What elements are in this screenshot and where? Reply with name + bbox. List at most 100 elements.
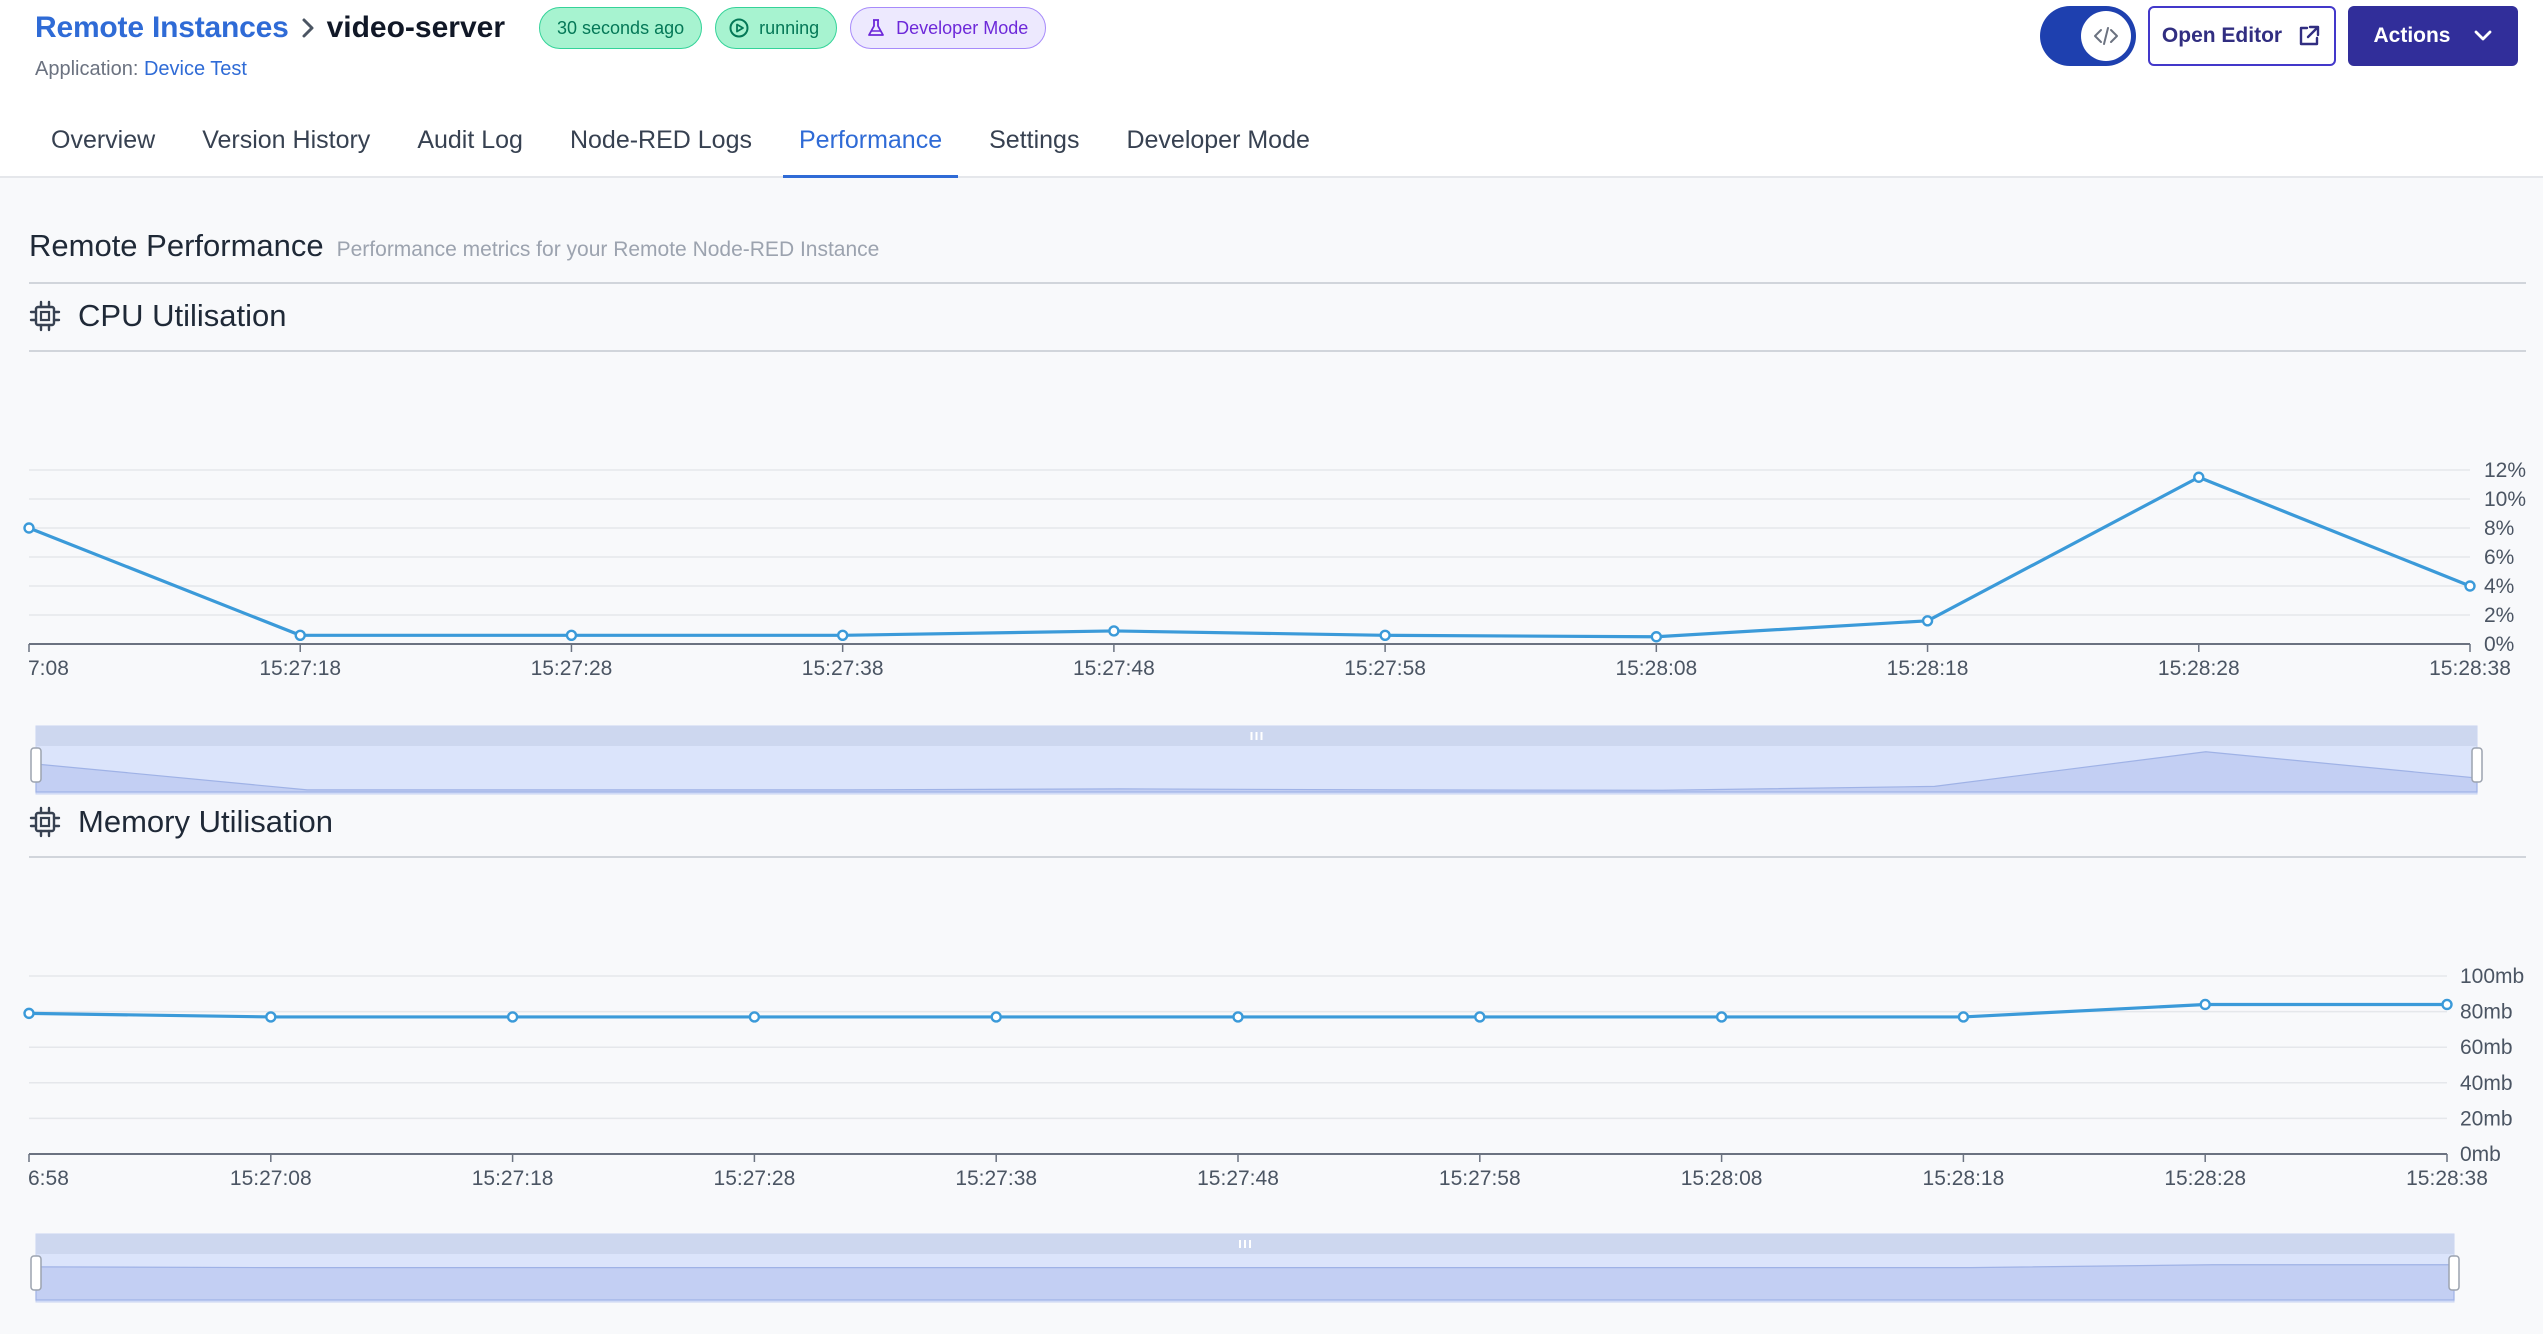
tab-performance[interactable]: Performance [782, 112, 959, 180]
y-tick-label: 0mb [2460, 1143, 2501, 1166]
open-editor-label: Open Editor [2161, 24, 2283, 47]
data-point [1921, 615, 1934, 627]
zoom-preview-area [35, 1264, 2455, 1301]
application-link[interactable]: Device Test [144, 58, 247, 80]
x-tick-label: 15:27:28 [714, 1167, 796, 1190]
data-point [2193, 471, 2205, 483]
charts-canvas: 0% 2% 4% 6% 8% 10% 12% 7:08 15:27:18 15:27:28 15:2… [23, 459, 2526, 1303]
x-tick-label: 15:27:38 [955, 1167, 1037, 1190]
breadcrumb: Remote Instances video-server [35, 8, 505, 48]
data-point [265, 1011, 277, 1023]
x-tick-label: 15:28:28 [2158, 657, 2240, 680]
data-point [990, 1011, 1002, 1023]
chevron-down-icon [2474, 30, 2491, 41]
actions-label: Actions [2373, 24, 2451, 47]
tab-version-history[interactable]: Version History [186, 112, 386, 178]
zoom-handle-right[interactable] [2471, 747, 2483, 783]
tab-label: Audit Log [417, 126, 523, 154]
data-point [1957, 1011, 1970, 1023]
y-tick-label: 100mb [2460, 965, 2524, 988]
tab-label: Overview [51, 126, 156, 154]
data-point [748, 1011, 761, 1023]
data-point [294, 629, 306, 641]
tab-label: Settings [989, 126, 1080, 154]
beaker-icon [868, 19, 885, 36]
x-tick-label: 15:28:28 [2164, 1167, 2246, 1190]
zoom-handle-left[interactable] [30, 747, 42, 783]
x-tick-label: 6:58 [28, 1167, 69, 1190]
developer-mode-badge: Developer Mode [850, 7, 1047, 49]
data-point [1474, 1011, 1486, 1023]
x-tick-label: 15:28:18 [1923, 1167, 2005, 1190]
developer-mode-toggle[interactable] [2040, 6, 2136, 66]
breadcrumb-remote-instances[interactable]: Remote Instances [35, 11, 289, 45]
y-tick-label: 4% [2484, 575, 2514, 598]
data-point [2199, 998, 2211, 1011]
instance-name: video-server [326, 11, 505, 44]
tab-node-red-logs[interactable]: Node-RED Logs [554, 112, 768, 178]
x-tick-label: 15:28:38 [2406, 1167, 2488, 1190]
instance-tabs: Overview Version History Audit Log Node-… [35, 112, 1341, 180]
tab-developer-mode[interactable]: Developer Mode [1110, 112, 1325, 178]
x-tick-label: 15:28:08 [1615, 657, 1697, 680]
x-tick-label: 15:27:58 [1439, 1167, 1521, 1190]
data-point [1379, 629, 1391, 641]
memory-zoom-slider[interactable] [30, 1233, 2460, 1303]
y-tick-label: 80mb [2460, 1001, 2513, 1024]
tab-label: Node-RED Logs [569, 126, 752, 154]
tab-settings[interactable]: Settings [973, 112, 1095, 178]
last-seen-badge: 30 seconds ago [539, 7, 703, 49]
y-tick-label: 0% [2484, 633, 2514, 656]
data-point [23, 1007, 35, 1020]
data-point [2464, 580, 2476, 592]
application-info: Application: Device Test [35, 58, 247, 81]
status-badge: running [715, 7, 838, 49]
x-tick-label: 15:27:38 [802, 657, 884, 680]
data-point [1108, 625, 1120, 637]
x-tick-label: 15:27:28 [531, 657, 613, 680]
play-circle-icon [729, 18, 749, 38]
data-point [1715, 1011, 1728, 1023]
x-tick-label: 15:27:58 [1344, 657, 1426, 680]
y-tick-label: 20mb [2460, 1107, 2513, 1130]
data-point [565, 629, 578, 641]
tab-label: Performance [798, 126, 943, 154]
x-tick-label: 15:27:18 [472, 1167, 554, 1190]
data-point [23, 522, 35, 534]
y-tick-label: 8% [2484, 517, 2514, 540]
zoom-handle-left[interactable] [30, 1255, 42, 1291]
status-badges: 30 seconds ago running Developer Mode [539, 7, 1047, 49]
cpu-zoom-slider[interactable] [30, 725, 2483, 795]
zoom-handle-right[interactable] [2448, 1255, 2460, 1291]
y-tick-label: 40mb [2460, 1072, 2513, 1095]
data-point [1232, 1011, 1244, 1023]
chevron-right-icon [299, 16, 317, 40]
app-root: Remote Instances video-server 30 seconds… [0, 0, 2543, 1334]
x-tick-label: 15:27:08 [230, 1167, 312, 1190]
y-tick-label: 10% [2484, 488, 2526, 511]
developer-mode-label: Developer Mode [896, 17, 1029, 38]
performance-panel: Remote Performance Performance metrics f… [0, 178, 2543, 1334]
tab-label: Developer Mode [1126, 126, 1310, 154]
tab-label: Version History [202, 126, 371, 154]
x-tick-label: 15:27:48 [1073, 657, 1155, 680]
memory-chart: 0mb 20mb 40mb 60mb 80mb 100mb 6:58 15:27:08 15:2… [23, 965, 2524, 1190]
y-tick-label: 60mb [2460, 1036, 2513, 1059]
data-point [2441, 998, 2453, 1011]
data-point [1650, 631, 1663, 643]
open-editor-button[interactable]: Open Editor [2148, 6, 2336, 66]
instance-header: Remote Instances video-server 30 seconds… [0, 0, 2543, 180]
x-tick-label: 15:28:18 [1887, 657, 1969, 680]
tab-audit-log[interactable]: Audit Log [401, 112, 539, 178]
status-label: running [759, 17, 820, 38]
x-tick-label: 15:27:18 [259, 657, 341, 680]
x-tick-label: 15:28:38 [2429, 657, 2511, 680]
x-tick-label: 15:28:08 [1681, 1167, 1763, 1190]
y-tick-label: 2% [2484, 604, 2514, 627]
actions-button[interactable]: Actions [2348, 6, 2518, 66]
y-tick-label: 12% [2484, 459, 2526, 482]
external-link-icon [2299, 25, 2320, 46]
x-tick-label: 7:08 [28, 657, 69, 680]
application-label: Application: [35, 58, 139, 80]
tab-overview[interactable]: Overview [35, 112, 171, 178]
